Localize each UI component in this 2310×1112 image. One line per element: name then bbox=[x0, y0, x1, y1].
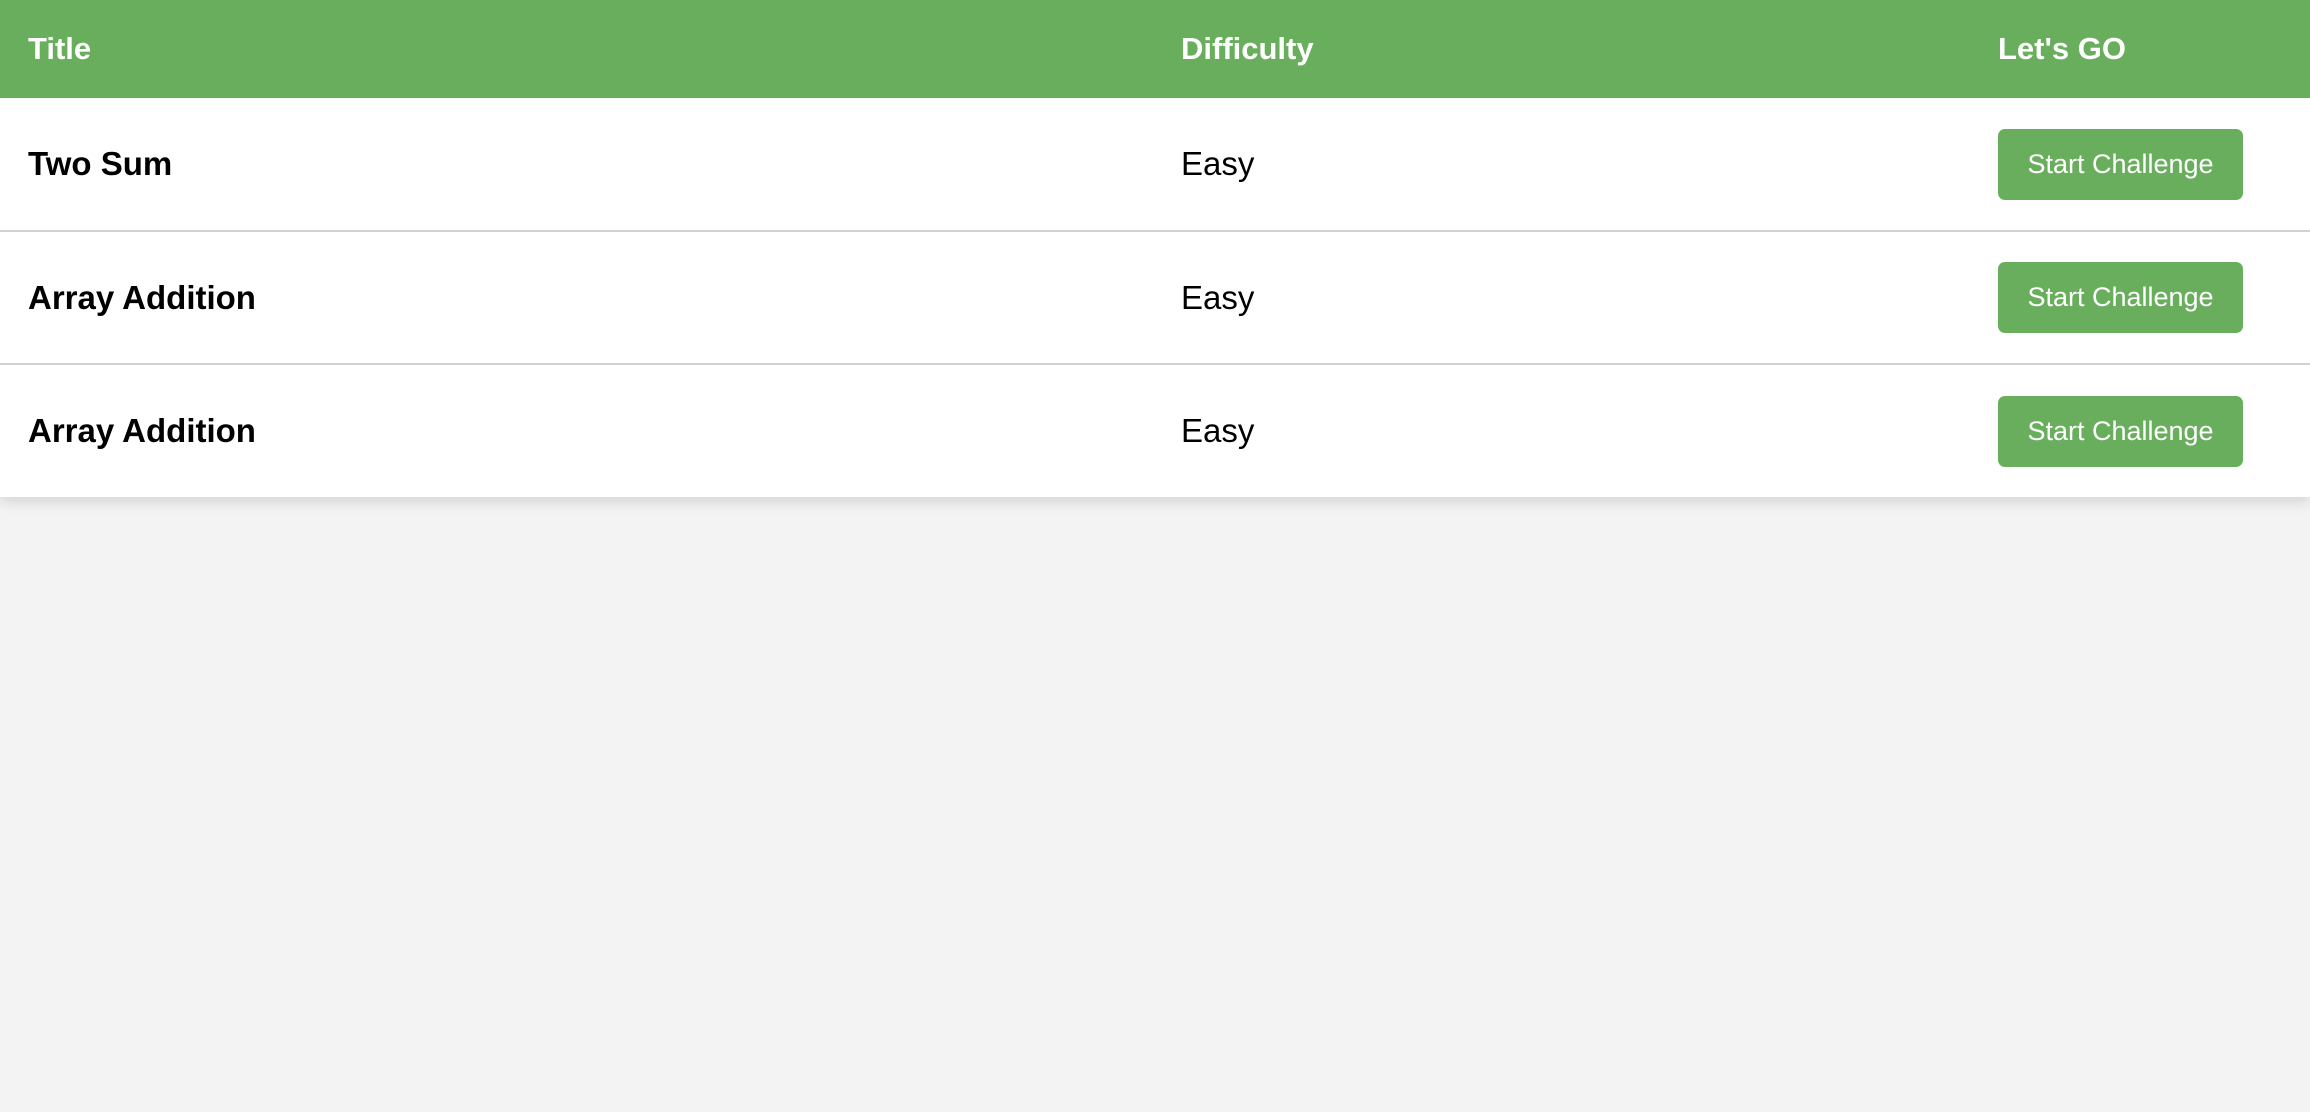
header-row: Title Difficulty Let's GO bbox=[0, 0, 2310, 98]
challenge-title: Array Addition bbox=[28, 278, 256, 316]
start-challenge-button[interactable]: Start Challenge bbox=[1998, 128, 2243, 200]
table-body: Two Sum Easy Start Challenge Array Addit… bbox=[0, 98, 2310, 497]
table-header: Title Difficulty Let's GO bbox=[0, 0, 2310, 98]
challenge-title: Two Sum bbox=[28, 145, 173, 182]
challenge-difficulty: Easy bbox=[1181, 412, 1255, 449]
start-challenge-button[interactable]: Start Challenge bbox=[1998, 395, 2243, 467]
challenge-action-cell: Start Challenge bbox=[1998, 231, 2310, 364]
table-row: Array Addition Easy Start Challenge bbox=[0, 231, 2310, 364]
challenge-title: Array Addition bbox=[28, 412, 256, 449]
challenge-difficulty: Easy bbox=[1181, 278, 1255, 316]
column-header-action: Let's GO bbox=[1998, 31, 2126, 66]
table-row: Two Sum Easy Start Challenge bbox=[0, 98, 2310, 231]
table-row: Array Addition Easy Start Challenge bbox=[0, 364, 2310, 497]
challenges-table: Title Difficulty Let's GO Two Sum Easy S… bbox=[0, 0, 2310, 497]
challenge-action-cell: Start Challenge bbox=[1998, 364, 2310, 497]
start-challenge-button[interactable]: Start Challenge bbox=[1998, 262, 2243, 333]
column-header-title: Title bbox=[28, 31, 92, 66]
column-header-difficulty: Difficulty bbox=[1181, 31, 1314, 66]
challenge-difficulty: Easy bbox=[1181, 145, 1255, 182]
challenge-action-cell: Start Challenge bbox=[1998, 98, 2310, 231]
